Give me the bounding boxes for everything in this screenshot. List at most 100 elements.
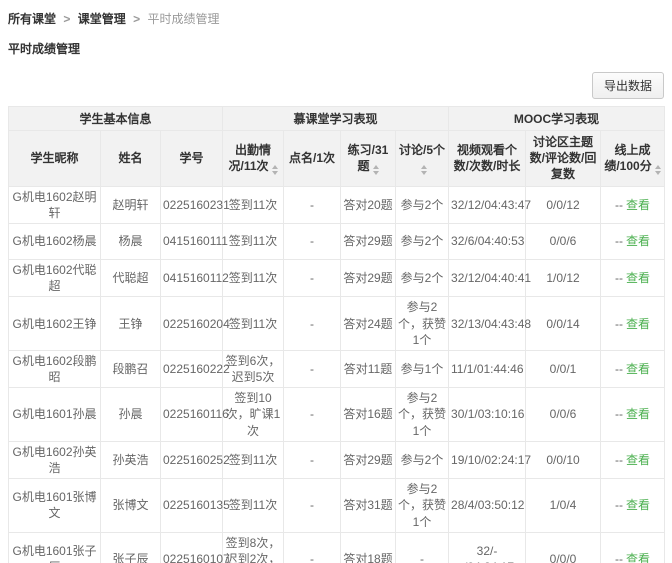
sort-icon[interactable] bbox=[373, 165, 379, 175]
table-cell: 参与2个，获赞1个 bbox=[396, 388, 449, 442]
view-link[interactable]: 查看 bbox=[626, 362, 650, 376]
table-cell: 0225160231 bbox=[161, 186, 223, 223]
table-cell: G机电1602王铮 bbox=[9, 297, 101, 351]
table-cell: - bbox=[284, 441, 341, 478]
cell-value: -- bbox=[615, 453, 623, 467]
breadcrumb-item-all-classes[interactable]: 所有课堂 bbox=[8, 12, 56, 26]
cell-value: 32/6/04:40:53 bbox=[451, 234, 524, 248]
cell-value: 1/0/4 bbox=[550, 498, 577, 512]
cell-value: 0225160107 bbox=[163, 552, 230, 563]
table-cell: 0415160111 bbox=[161, 223, 223, 259]
table-cell: 32/--/04:24:17 bbox=[449, 532, 526, 563]
table-cell: 答对31题 bbox=[341, 479, 396, 533]
cell-value: -- bbox=[615, 407, 623, 421]
cell-value: - bbox=[310, 362, 314, 376]
cell-value: 32/--/04:24:17 bbox=[460, 544, 514, 563]
table-cell: 答对24题 bbox=[341, 297, 396, 351]
view-link[interactable]: 查看 bbox=[626, 498, 650, 512]
table-cell: 0415160112 bbox=[161, 259, 223, 296]
table-cell: 王铮 bbox=[101, 297, 161, 351]
table-cell: 32/13/04:43:48 bbox=[449, 297, 526, 351]
table-cell: 张博文 bbox=[101, 479, 161, 533]
cell-value: - bbox=[310, 453, 314, 467]
cell-value: 0/0/12 bbox=[546, 198, 579, 212]
table-cell: 0225160107 bbox=[161, 532, 223, 563]
table-cell: --查看 bbox=[601, 532, 665, 563]
column-header-online-score[interactable]: 线上成绩/100分 bbox=[601, 131, 665, 187]
cell-value: 参与2个 bbox=[401, 198, 444, 212]
table-cell: 答对20题 bbox=[341, 186, 396, 223]
table-cell: - bbox=[284, 479, 341, 533]
table-cell: 参与2个 bbox=[396, 441, 449, 478]
table-row: G机电1602孙英浩孙英浩0225160252签到11次-答对29题参与2个19… bbox=[9, 441, 665, 478]
cell-value: 11/1/01:44:46 bbox=[451, 362, 524, 376]
cell-value: 参与2个，获赞1个 bbox=[398, 300, 446, 346]
table-cell: 段鹏召 bbox=[101, 350, 161, 387]
table-cell: 杨晨 bbox=[101, 223, 161, 259]
table-cell: 30/1/03:10:16 bbox=[449, 388, 526, 442]
cell-value: -- bbox=[615, 362, 623, 376]
column-header-row: 学生昵称 姓名 学号 出勤情况/11次 点名/1次 练习/31题 讨论/5个 视… bbox=[9, 131, 665, 187]
column-header-rollcall: 点名/1次 bbox=[284, 131, 341, 187]
table-cell: --查看 bbox=[601, 441, 665, 478]
column-header-attendance[interactable]: 出勤情况/11次 bbox=[223, 131, 284, 187]
column-header-exercises[interactable]: 练习/31题 bbox=[341, 131, 396, 187]
cell-value: G机电1601张博文 bbox=[12, 490, 96, 520]
view-link[interactable]: 查看 bbox=[626, 552, 650, 563]
toolbar: 导出数据 bbox=[8, 72, 664, 99]
table-cell: 0225160222 bbox=[161, 350, 223, 387]
export-data-button[interactable]: 导出数据 bbox=[592, 72, 664, 99]
cell-value: G机电1601孙晨 bbox=[12, 407, 96, 421]
cell-value: G机电1602段鹏昭 bbox=[12, 354, 96, 384]
cell-value: G机电1602杨晨 bbox=[12, 234, 96, 248]
table-cell: 0225160252 bbox=[161, 441, 223, 478]
table-cell: 签到10次，旷课1次 bbox=[223, 388, 284, 442]
cell-value: 答对29题 bbox=[343, 271, 392, 285]
table-cell: 0225160135 bbox=[161, 479, 223, 533]
table-cell: 32/6/04:40:53 bbox=[449, 223, 526, 259]
table-row: G机电1602段鹏昭段鹏召0225160222签到6次，迟到5次-答对11题参与… bbox=[9, 350, 665, 387]
table-cell: 1/0/12 bbox=[526, 259, 601, 296]
table-cell: 答对29题 bbox=[341, 441, 396, 478]
table-cell: - bbox=[284, 532, 341, 563]
table-cell: 签到11次 bbox=[223, 479, 284, 533]
cell-value: 孙晨 bbox=[118, 407, 142, 421]
view-link[interactable]: 查看 bbox=[626, 234, 650, 248]
cell-value: - bbox=[310, 407, 314, 421]
cell-value: 签到6次，迟到5次 bbox=[226, 354, 281, 384]
breadcrumb-separator: > bbox=[133, 12, 140, 26]
view-link[interactable]: 查看 bbox=[626, 453, 650, 467]
table-cell: 签到11次 bbox=[223, 297, 284, 351]
column-header-label: 出勤情况/11次 bbox=[228, 143, 271, 173]
table-row: G机电1602王铮王铮0225160204 签到11次 - 答对24题参与2个，获赞1… bbox=[9, 297, 665, 351]
table-cell: 签到11次 bbox=[223, 186, 284, 223]
view-link[interactable]: 查看 bbox=[626, 198, 650, 212]
table-cell: 答对18题 bbox=[341, 532, 396, 563]
cell-value: 签到11次 bbox=[229, 317, 277, 331]
cell-value: 答对29题 bbox=[343, 234, 392, 248]
cell-value: 0225160222 bbox=[163, 362, 230, 376]
table-cell: 32/12/04:40:41 bbox=[449, 259, 526, 296]
column-header-discussion[interactable]: 讨论/5个 bbox=[396, 131, 449, 187]
table-cell: - bbox=[284, 297, 341, 351]
breadcrumb-item-current: 平时成绩管理 bbox=[147, 12, 219, 26]
view-link[interactable]: 查看 bbox=[626, 317, 650, 331]
table-cell: 代聪超 bbox=[101, 259, 161, 296]
cell-value: 签到11次 bbox=[229, 453, 277, 467]
sort-icon[interactable] bbox=[655, 165, 661, 175]
sort-icon[interactable] bbox=[421, 165, 427, 175]
group-header-row: 学生基本信息 慕课堂学习表现 MOOC学习表现 bbox=[9, 107, 665, 131]
table-cell: 参与1个 bbox=[396, 350, 449, 387]
cell-value: 答对20题 bbox=[343, 198, 392, 212]
table-cell: 0/0/6 bbox=[526, 388, 601, 442]
cell-value: 答对29题 bbox=[343, 453, 392, 467]
view-link[interactable]: 查看 bbox=[626, 407, 650, 421]
table-cell: 0/0/6 bbox=[526, 223, 601, 259]
cell-value: 0/0/6 bbox=[550, 234, 577, 248]
cell-value: - bbox=[310, 317, 314, 331]
table-cell: 0225160204 bbox=[161, 297, 223, 351]
sort-icon[interactable] bbox=[272, 165, 278, 175]
cell-value: - bbox=[310, 198, 314, 212]
view-link[interactable]: 查看 bbox=[626, 271, 650, 285]
breadcrumb-item-class-management[interactable]: 课堂管理 bbox=[78, 12, 126, 26]
